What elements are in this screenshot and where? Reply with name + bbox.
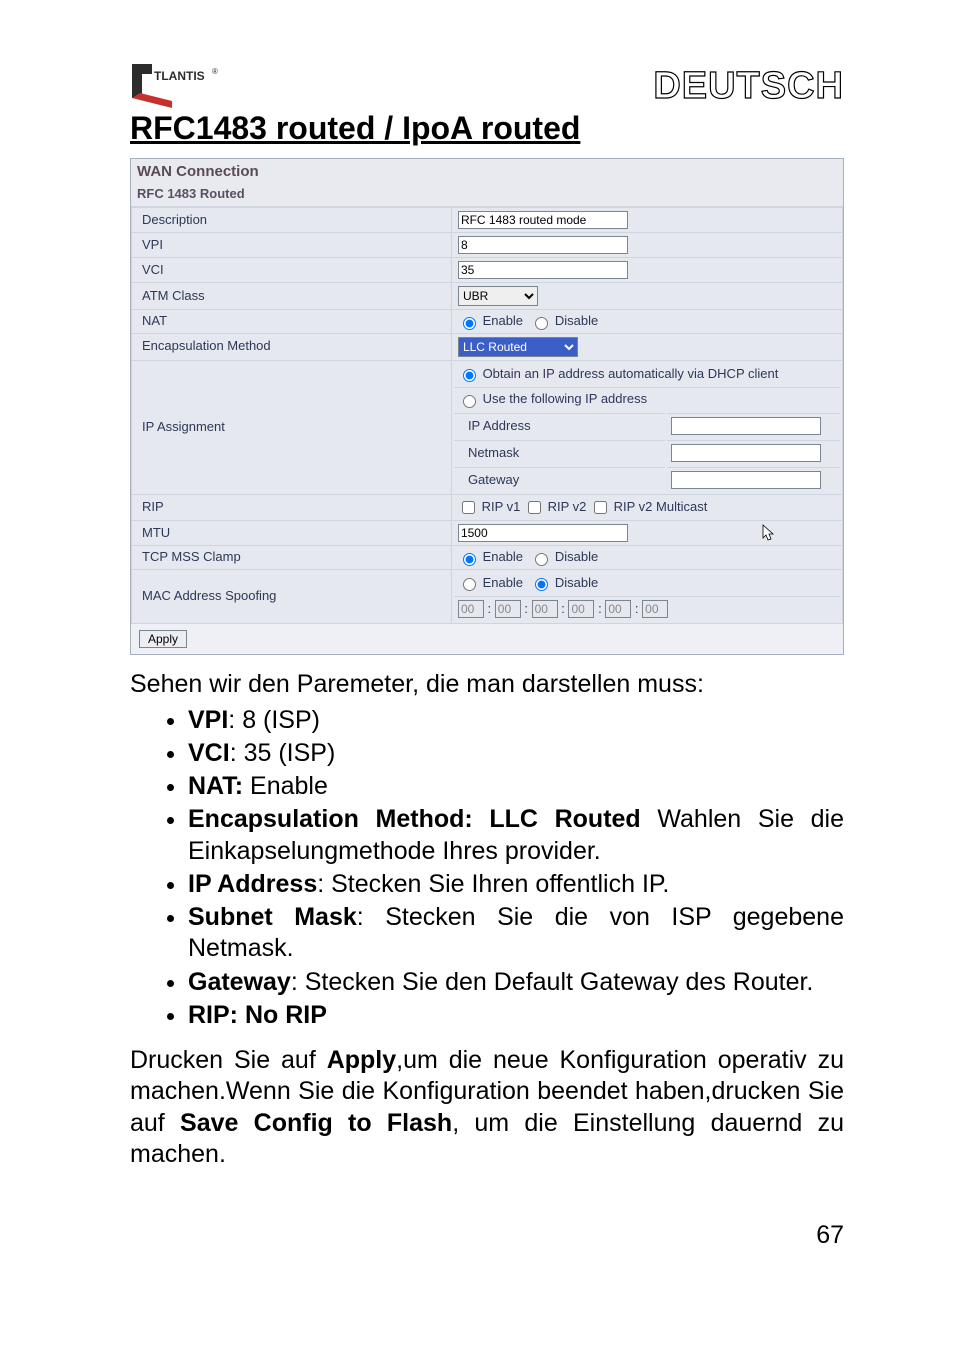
vci-input[interactable] <box>458 261 628 279</box>
mac-o3 <box>532 600 558 618</box>
mac-o2 <box>495 600 521 618</box>
description-input[interactable] <box>458 211 628 229</box>
description-label: Description <box>132 208 452 233</box>
tcp-mss-disable-option[interactable]: Disable <box>530 549 598 564</box>
cursor-icon <box>762 524 776 542</box>
mac-spoof-label: MAC Address Spoofing <box>132 569 452 624</box>
netmask-input[interactable] <box>671 444 821 462</box>
ip-address-input[interactable] <box>671 417 821 435</box>
mac-o1 <box>458 600 484 618</box>
brand-text-2: AND <box>154 83 172 92</box>
nat-disable-option[interactable]: Disable <box>530 313 598 328</box>
netmask-label: Netmask <box>454 440 665 465</box>
list-item: VCI: 35 (ISP) <box>188 738 844 769</box>
ip-dhcp-option[interactable]: Obtain an IP address automatically via D… <box>458 366 778 381</box>
brand-logo: TLANTIS ® AND <box>130 60 240 110</box>
section-title: RFC1483 routed / IpoA routed <box>130 108 844 148</box>
list-item: IP Address: Stecken Sie Ihren offentlich… <box>188 869 844 900</box>
parameter-list: VPI: 8 (ISP) VCI: 35 (ISP) NAT: Enable E… <box>130 705 844 1032</box>
svg-text:®: ® <box>212 67 218 76</box>
ip-assignment-label: IP Assignment <box>132 360 452 494</box>
ip-address-label: IP Address <box>454 413 665 438</box>
panel-subtitle: RFC 1483 Routed <box>131 184 843 207</box>
mtu-input[interactable] <box>458 524 628 542</box>
panel-title: WAN Connection <box>131 159 843 184</box>
apply-button[interactable]: Apply <box>139 630 187 648</box>
mac-spoof-disable-option[interactable]: Disable <box>530 575 598 590</box>
page-number: 67 <box>130 1220 844 1251</box>
encap-label: Encapsulation Method <box>132 333 452 360</box>
vci-label: VCI <box>132 258 452 283</box>
atm-class-label: ATM Class <box>132 283 452 310</box>
language-heading: DEUTSCH <box>653 63 844 111</box>
rip-label: RIP <box>132 494 452 520</box>
list-item: Encapsulation Method: LLC Routed Wahlen … <box>188 804 844 867</box>
atm-class-select[interactable]: UBR <box>458 286 538 306</box>
tcp-mss-label: TCP MSS Clamp <box>132 546 452 570</box>
tcp-mss-enable-option[interactable]: Enable <box>458 549 523 564</box>
nat-label: NAT <box>132 310 452 334</box>
mac-o6 <box>642 600 668 618</box>
intro-text: Sehen wir den Paremeter, die man darstel… <box>130 669 844 700</box>
wan-connection-panel: WAN Connection RFC 1483 Routed Descripti… <box>130 158 844 655</box>
mac-o5 <box>605 600 631 618</box>
list-item: VPI: 8 (ISP) <box>188 705 844 736</box>
nat-enable-option[interactable]: Enable <box>458 313 523 328</box>
mac-o4 <box>568 600 594 618</box>
encap-select[interactable]: LLC Routed <box>458 337 578 357</box>
closing-paragraph: Drucken Sie auf Apply,um die neue Konfig… <box>130 1045 844 1170</box>
list-item: RIP: No RIP <box>188 1000 844 1031</box>
ip-static-option[interactable]: Use the following IP address <box>458 391 647 406</box>
list-item: Gateway: Stecken Sie den Default Gateway… <box>188 967 844 998</box>
brand-text-1: TLANTIS <box>154 69 205 83</box>
gateway-input[interactable] <box>671 471 821 489</box>
rip-v1-checkbox[interactable]: RIP v1 <box>458 499 520 514</box>
vpi-input[interactable] <box>458 236 628 254</box>
mtu-label: MTU <box>132 520 452 546</box>
rip-v2-checkbox[interactable]: RIP v2 <box>524 499 586 514</box>
rip-v2m-checkbox[interactable]: RIP v2 Multicast <box>590 499 707 514</box>
list-item: NAT: Enable <box>188 771 844 802</box>
mac-spoof-enable-option[interactable]: Enable <box>458 575 523 590</box>
list-item: Subnet Mask: Stecken Sie die von ISP geg… <box>188 902 844 965</box>
gateway-label: Gateway <box>454 467 665 492</box>
vpi-label: VPI <box>132 233 452 258</box>
